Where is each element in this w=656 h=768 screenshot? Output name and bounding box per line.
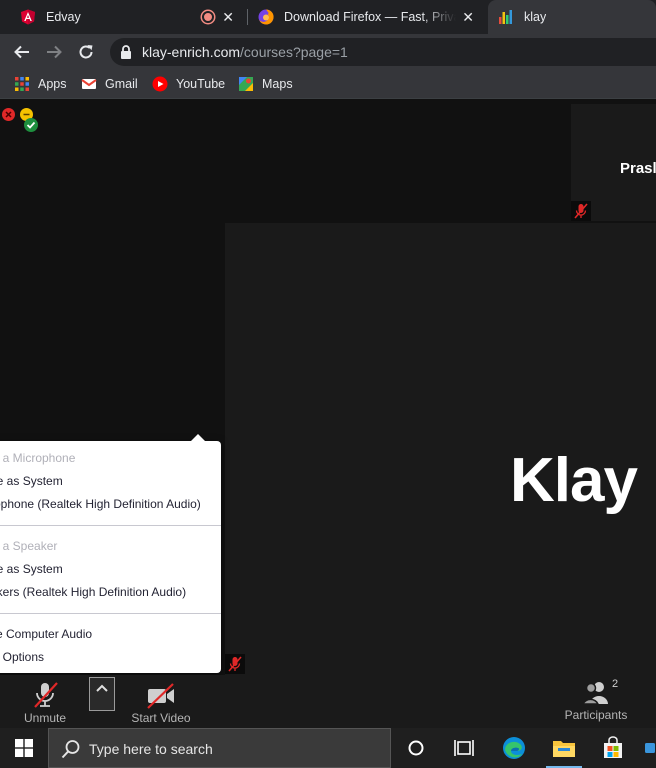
cortana-button[interactable]: [403, 736, 429, 760]
edge-taskbar-button[interactable]: [501, 736, 527, 760]
muted-mic-icon: [574, 203, 588, 219]
audio-options-menu: ct a Microphone ne as System rophone (Re…: [0, 434, 221, 673]
participants-label: Participants: [564, 708, 628, 722]
angular-icon: [21, 9, 35, 25]
muted-mic-icon: [228, 656, 242, 672]
start-video-label: Start Video: [131, 711, 191, 725]
x-mark-icon: [5, 111, 12, 118]
url-path: /courses?page=1: [240, 44, 348, 60]
back-arrow-icon: [14, 45, 29, 59]
browser-toolbar: klay-enrich.com/courses?page=1: [0, 34, 656, 70]
forward-button[interactable]: [42, 40, 66, 64]
bookmark-apps[interactable]: Apps: [14, 75, 67, 93]
firefox-icon: [258, 9, 274, 25]
cortana-circle-icon: [408, 740, 424, 756]
menu-divider: [0, 525, 221, 526]
bookmark-youtube[interactable]: YouTube: [152, 75, 225, 93]
participant-tile-main[interactable]: Klay: [225, 223, 656, 675]
bookmark-maps[interactable]: Maps: [238, 75, 293, 93]
tab-firefox[interactable]: Download Firefox — Fast, Private ✕: [248, 0, 486, 34]
unmute-button[interactable]: Unmute: [20, 681, 70, 725]
close-tab-icon[interactable]: ✕: [462, 9, 474, 26]
tab-klay-active[interactable]: klay: [488, 0, 656, 34]
maps-icon: [239, 77, 253, 91]
participant-name: Klay: [510, 446, 638, 515]
reload-button[interactable]: [74, 40, 98, 64]
partial-taskbar-app-button[interactable]: [644, 736, 656, 760]
video-off-icon: [147, 683, 174, 709]
recording-indicator-icon: [202, 11, 214, 23]
klay-icon: [499, 10, 512, 24]
apps-grid-icon: [15, 77, 29, 91]
menu-item-speaker-same-as-system[interactable]: ne as System: [0, 562, 63, 576]
lock-icon: [121, 45, 131, 59]
tab-title: klay: [524, 10, 547, 24]
bookmark-label: Gmail: [105, 77, 138, 91]
app-icon: [645, 743, 655, 753]
folder-icon: [553, 741, 575, 757]
windows-start-icon[interactable]: [15, 739, 33, 757]
task-view-button[interactable]: [451, 736, 477, 760]
participant-tile-secondary[interactable]: Prasl: [571, 104, 656, 221]
edge-icon: [503, 737, 525, 759]
store-taskbar-button[interactable]: [600, 736, 626, 760]
start-video-button[interactable]: Start Video: [126, 683, 196, 725]
participants-button[interactable]: Participants: [560, 680, 632, 722]
bookmarks-bar: Apps Gmail YouTube Maps: [0, 70, 656, 99]
meeting-controls-bar: Unmute Start Video Participants 2: [0, 675, 656, 728]
address-bar[interactable]: klay-enrich.com/courses?page=1: [110, 38, 656, 66]
search-icon: [61, 740, 80, 759]
bookmark-label: Maps: [262, 77, 293, 91]
participants-icon: [581, 682, 608, 705]
file-explorer-taskbar-button[interactable]: [551, 736, 577, 760]
menu-divider: [0, 613, 221, 614]
tab-title: Download Firefox — Fast, Private: [284, 10, 456, 24]
chevron-up-icon: [96, 684, 108, 692]
taskbar-search-box[interactable]: Type here to search: [48, 728, 391, 768]
task-view-icon: [454, 740, 474, 756]
menu-caret: [190, 434, 206, 442]
bookmark-gmail[interactable]: Gmail: [81, 75, 138, 93]
search-placeholder: Type here to search: [89, 741, 213, 757]
close-window-icon[interactable]: [2, 108, 15, 121]
gmail-icon: [81, 79, 97, 89]
tab-edvay[interactable]: Edvay ✕: [10, 0, 246, 34]
participants-count: 2: [612, 678, 619, 690]
muted-microphone-icon: [34, 682, 58, 708]
microsoft-store-icon: [604, 736, 622, 758]
meeting-area: Prasl Klay ct a Microphone ne as System …: [0, 99, 656, 675]
menu-item-audio-options[interactable]: io Options: [0, 650, 44, 664]
forward-arrow-icon: [47, 45, 62, 59]
browser-tab-strip: Edvay ✕ Download Firefox — Fast, Private…: [0, 0, 656, 34]
menu-item-mic-same-as-system[interactable]: ne as System: [0, 474, 63, 488]
participant-muted-badge: [571, 201, 591, 221]
unmute-label: Unmute: [23, 711, 67, 725]
menu-header-microphone: ct a Microphone: [0, 451, 76, 465]
participant-muted-badge: [225, 654, 245, 674]
participant-name: Prasl: [620, 160, 656, 177]
audio-options-toggle[interactable]: [89, 677, 115, 711]
bookmark-label: Apps: [38, 77, 67, 91]
close-tab-icon[interactable]: ✕: [222, 9, 234, 26]
reload-icon: [79, 45, 93, 59]
menu-header-speaker: ct a Speaker: [0, 539, 58, 553]
menu-item-leave-computer-audio[interactable]: ve Computer Audio: [0, 627, 92, 641]
encryption-shield-icon: [24, 118, 38, 132]
bookmark-label: YouTube: [176, 77, 226, 91]
menu-item-mic-realtek[interactable]: rophone (Realtek High Definition Audio): [0, 497, 201, 511]
url-text: klay-enrich.com/courses?page=1: [142, 44, 348, 60]
windows-taskbar: Type here to search: [0, 728, 656, 768]
menu-item-speaker-realtek[interactable]: akers (Realtek High Definition Audio): [0, 585, 186, 599]
youtube-icon: [152, 76, 168, 92]
back-button[interactable]: [10, 40, 34, 64]
url-domain: klay-enrich.com: [142, 44, 241, 60]
tab-title: Edvay: [46, 10, 81, 24]
